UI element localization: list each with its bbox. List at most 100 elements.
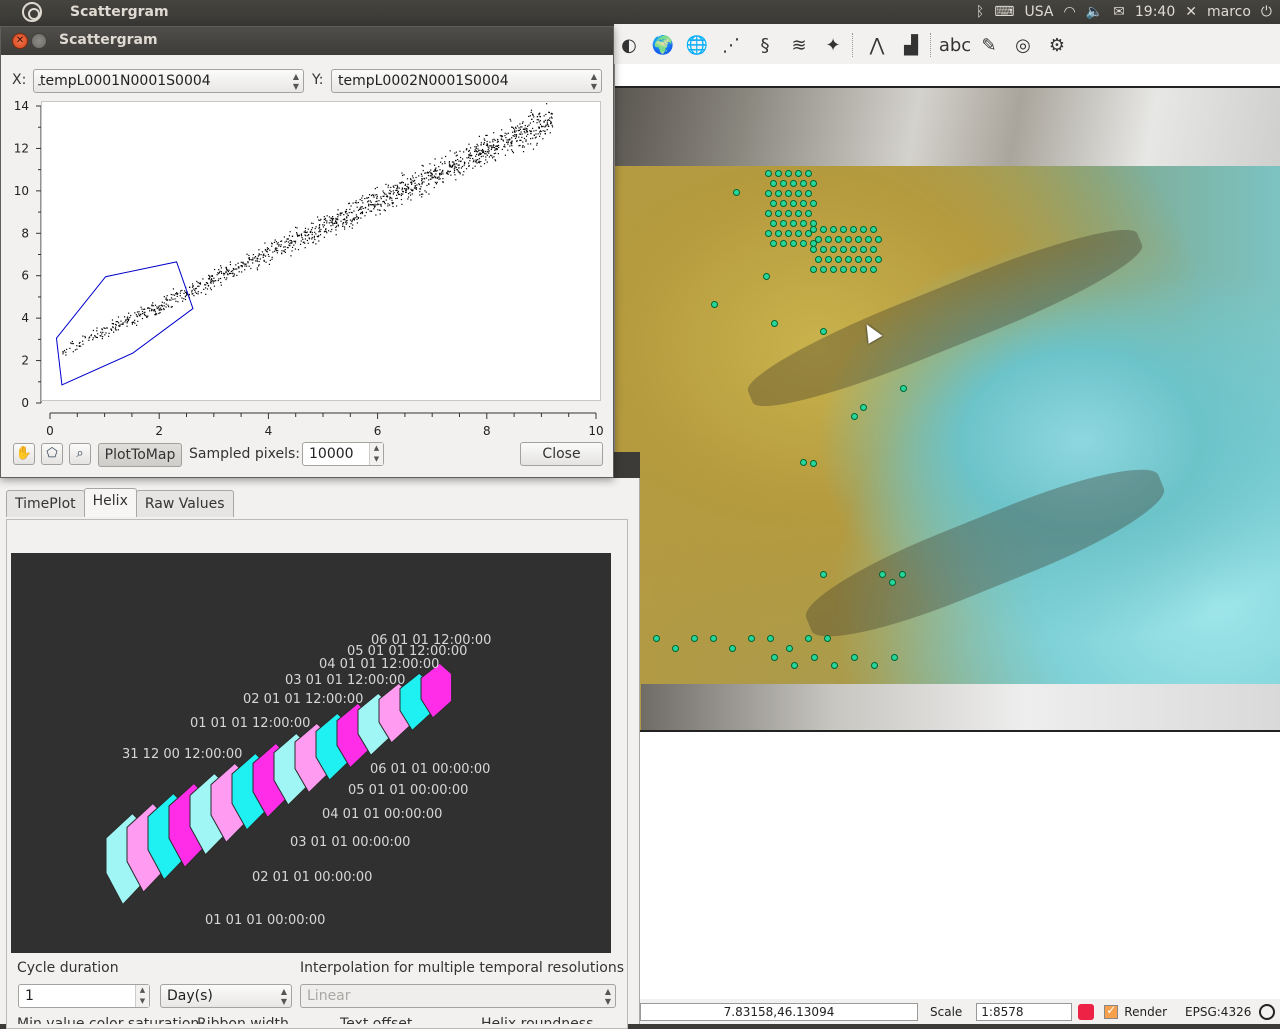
map-point-marker — [800, 200, 807, 207]
layers-icon[interactable]: ≋ — [784, 31, 814, 59]
spin-arrows-icon[interactable]: ▲ ▼ — [369, 443, 383, 465]
zoom-tool-icon[interactable]: ⌕ — [69, 443, 91, 465]
scatter-point — [300, 240, 302, 242]
keyboard-icon[interactable]: ⌨ — [994, 4, 1014, 20]
scatter-point — [138, 314, 141, 316]
x-tick-label: 2 — [155, 424, 163, 438]
stop-render-icon[interactable] — [1078, 1003, 1095, 1020]
scatter-point — [214, 268, 216, 271]
render-label: Render — [1124, 1004, 1168, 1019]
ring-tool-icon[interactable]: ◎ — [1008, 31, 1038, 59]
interpolation-select[interactable]: Linear ▲ ▼ — [300, 984, 616, 1008]
scatter-point — [393, 192, 395, 194]
helix-label-top: 02 01 01 12:00:00 — [243, 692, 364, 707]
map-point-marker — [765, 190, 772, 197]
wifi-icon[interactable]: ◠ — [1064, 4, 1076, 20]
color-plugin-icon[interactable]: ✦ — [818, 31, 848, 59]
user-name[interactable]: marco — [1207, 4, 1251, 20]
scatter-point — [429, 163, 431, 165]
scatter-point — [188, 293, 190, 296]
scatter-point — [493, 156, 495, 158]
plot-to-map-button[interactable]: PlotToMap — [98, 443, 182, 467]
scatter-point — [319, 230, 321, 233]
crs-globe-icon[interactable] — [1259, 1003, 1276, 1020]
render-checkbox[interactable] — [1104, 1003, 1119, 1019]
tab-timeplot[interactable]: TimePlot — [6, 490, 85, 517]
scatter-point — [117, 321, 119, 323]
scatter-plot-area[interactable] — [41, 101, 601, 401]
scatter-point — [388, 192, 390, 194]
power-icon[interactable]: ⏻ — [1261, 4, 1272, 20]
mail-icon[interactable]: ✉ — [1113, 4, 1125, 20]
pin-tool-icon[interactable]: ✎ — [974, 31, 1004, 59]
helix-view[interactable]: 06 01 01 12:00:00 05 01 01 12:00:00 04 01 … — [11, 553, 611, 953]
scatter-point — [485, 156, 487, 158]
globe-add-icon[interactable]: 🌍 — [648, 31, 678, 59]
scatter-point — [113, 331, 115, 333]
keyboard-layout[interactable]: USA — [1025, 4, 1054, 20]
crs-label[interactable]: EPSG:4326 — [1185, 1005, 1251, 1019]
scatter-point — [432, 177, 434, 179]
sampled-pixels-input[interactable]: 10000 ▲ ▼ — [302, 442, 384, 466]
scatter-point — [500, 135, 503, 137]
scatter-point — [84, 337, 86, 339]
close-button[interactable]: Close — [520, 442, 603, 466]
scatter-point — [316, 235, 318, 238]
histogram-icon[interactable]: ▟ — [896, 31, 926, 59]
cycle-unit-select[interactable]: Day(s) ▲ ▼ — [160, 984, 292, 1008]
scatter-point — [254, 256, 257, 258]
scatter-point — [264, 249, 266, 251]
scatter-point — [97, 333, 99, 335]
scatter-point — [475, 146, 478, 148]
scatter-point — [475, 153, 478, 155]
scatter-point — [331, 217, 333, 220]
volume-icon[interactable]: 🔈 — [1086, 4, 1103, 20]
helix-label-top: 01 01 01 12:00:00 — [190, 716, 311, 731]
scatter-point — [371, 204, 373, 206]
scatter-point — [74, 349, 76, 351]
scatter-point — [235, 264, 237, 266]
map-point-marker — [805, 190, 812, 197]
map-point-marker — [775, 190, 782, 197]
scale-input[interactable]: 1:8578 — [976, 1002, 1073, 1021]
dna-icon[interactable]: § — [750, 31, 780, 59]
scatter-point — [359, 199, 361, 201]
polygon-tool-icon[interactable]: ⬠ — [41, 443, 63, 465]
scatter-point — [230, 270, 232, 272]
scatter-point — [166, 295, 168, 297]
scatter-point — [433, 170, 435, 172]
scatter-point — [63, 349, 66, 352]
map-canvas[interactable] — [614, 64, 1280, 999]
pan-tool-icon[interactable]: ✋ — [13, 443, 35, 465]
scatter-point — [229, 272, 231, 274]
globe-refresh-icon[interactable]: ◐ — [614, 31, 644, 59]
scatter-point — [396, 194, 398, 196]
scatter-point — [335, 234, 337, 236]
scatter-plot-icon[interactable]: ⋰ — [716, 31, 746, 59]
scatter-point — [138, 313, 140, 315]
scatter-point — [433, 164, 436, 166]
y-tick-label: 2 — [21, 354, 29, 368]
spin-arrows-icon[interactable]: ▲ ▼ — [135, 985, 149, 1007]
profile-tool-icon[interactable]: ⋀ — [862, 31, 892, 59]
scatter-point — [521, 146, 524, 148]
scatter-point — [281, 250, 283, 252]
tab-raw-values[interactable]: Raw Values — [135, 490, 234, 517]
scatter-point — [524, 127, 526, 129]
scatter-point — [361, 200, 363, 202]
label-abc-icon[interactable]: abc — [939, 31, 971, 59]
tab-helix[interactable]: Helix — [83, 488, 137, 517]
ubuntu-logo-icon[interactable] — [22, 2, 42, 22]
bluetooth-icon[interactable]: ᛒ — [976, 4, 984, 20]
cycle-duration-input[interactable]: 1 ▲ ▼ — [18, 984, 150, 1008]
scatter-point — [330, 225, 332, 227]
settings-tool-icon[interactable]: ⚙ — [1042, 31, 1072, 59]
globe-icon[interactable]: 🌐 — [682, 31, 712, 59]
scatter-point — [430, 174, 432, 176]
scatter-point — [283, 246, 285, 248]
scatter-point — [503, 144, 506, 146]
clock[interactable]: 19:40 — [1135, 4, 1175, 20]
coordinate-display[interactable]: 7.83158,46.13094 — [640, 1002, 918, 1021]
scatter-point — [491, 145, 493, 147]
scatter-point — [69, 347, 71, 349]
